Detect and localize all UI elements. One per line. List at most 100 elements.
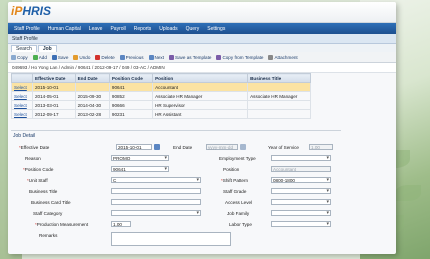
cell-effective-date: 2015-10-01 (32, 82, 76, 92)
reason-label: Reason (25, 156, 41, 161)
select-link[interactable]: Select (14, 85, 27, 90)
production-measurement-label: *Production Measurement (35, 222, 88, 227)
remarks-textarea[interactable] (111, 232, 231, 246)
next-button[interactable]: Next (148, 54, 164, 60)
menu-item-payroll[interactable]: Payroll (110, 26, 125, 32)
column-header-business-title[interactable]: Business Title (247, 73, 311, 83)
menu-item-staff-profile[interactable]: Staff Profile (14, 26, 40, 32)
staff-grade-label: Staff Grade (223, 189, 247, 194)
save-label: Save (57, 54, 69, 60)
add-label: Add (38, 54, 47, 60)
cell-end-date: 2013-02-28 (74, 109, 110, 119)
table-row[interactable]: Select 2015-10-01 90641 Accountant (11, 82, 311, 92)
cell-position-code: 90231 (108, 109, 154, 119)
main-menu: Staff Profile Human Capital Leave Payrol… (8, 23, 396, 34)
save-as-template-label: Save as Template (175, 54, 212, 60)
save-as-template-button[interactable]: Save as Template (169, 54, 212, 60)
attachment-label: Attachment (274, 54, 298, 60)
table-header-row: Effective Date End Date Position Code Po… (11, 73, 311, 83)
production-measurement-field[interactable]: 1.00 (111, 221, 131, 227)
copy-label: Copy (17, 54, 28, 60)
access-level-select[interactable] (271, 199, 331, 205)
end-date-field[interactable]: yyyy-mm-dd (206, 144, 238, 150)
job-history-table: Effective Date End Date Position Code Po… (11, 73, 311, 119)
production-measurement-label-text: Production Measurement (36, 222, 89, 227)
menu-item-query[interactable]: Query (186, 26, 200, 32)
cell-business-title: Associate HR Manager (247, 91, 311, 101)
cell-position-code: 90641 (108, 82, 154, 92)
attachment-button[interactable]: Attachment (268, 54, 298, 60)
app-header: iPHRIS (8, 2, 396, 23)
menu-item-human-capital[interactable]: Human Capital (48, 26, 81, 32)
cell-effective-date: 2014-05-01 (32, 91, 76, 101)
menu-item-uploads[interactable]: Uploads (159, 26, 177, 32)
position-label: Position (223, 167, 240, 172)
staff-category-select[interactable] (111, 210, 201, 216)
tab-job[interactable]: Job (37, 45, 57, 52)
add-icon (32, 54, 38, 60)
add-button[interactable]: Add (32, 54, 47, 60)
cell-position-code: 90666 (108, 100, 154, 110)
cell-position: Associate HR Manager (152, 91, 249, 101)
table-row[interactable]: Select 2014-05-01 2015-09-30 90852 Assoc… (11, 91, 311, 101)
select-link[interactable]: Select (14, 103, 27, 108)
next-label: Next (154, 54, 164, 60)
shift-pattern-select[interactable]: 0800-1800 (271, 177, 331, 183)
calendar-icon[interactable] (240, 144, 246, 150)
labor-type-select[interactable] (271, 221, 331, 227)
column-header-select (11, 73, 33, 83)
column-header-position-code[interactable]: Position Code (108, 73, 154, 83)
unit-staff-select[interactable]: C (111, 177, 201, 183)
column-header-position[interactable]: Position (152, 73, 249, 83)
calendar-icon[interactable] (154, 144, 160, 150)
logo-name: HRIS (22, 4, 52, 18)
year-of-service-label: Year of Service (268, 145, 299, 150)
position-field: Accountant (271, 166, 331, 172)
copy-button[interactable]: Copy (11, 54, 28, 60)
page-title-bar: Staff Profile (8, 34, 396, 44)
sub-tabs: Search Job (8, 44, 396, 52)
job-family-select[interactable] (271, 210, 331, 216)
undo-button[interactable]: Undo (73, 54, 91, 60)
cell-effective-date: 2013-03-01 (32, 100, 76, 110)
business-title-field[interactable] (111, 188, 201, 194)
app-logo: iPHRIS (11, 4, 51, 18)
cell-end-date (74, 82, 110, 92)
cell-business-title (247, 109, 311, 119)
staff-grade-select[interactable] (271, 188, 331, 194)
column-header-effective-date[interactable]: Effective Date (32, 73, 76, 83)
cell-position: Accountant (152, 82, 249, 92)
effective-date-label-text: Effective Date (20, 145, 50, 150)
select-link[interactable]: Select (14, 112, 27, 117)
position-code-label-text: Position Code (24, 167, 54, 172)
job-detail-title: Job Detail (13, 133, 36, 139)
menu-item-settings[interactable]: Settings (207, 26, 225, 32)
table-row[interactable]: Select 2013-03-01 2014-04-30 90666 HR Su… (11, 100, 311, 110)
delete-icon (95, 54, 101, 60)
undo-label: Undo (79, 54, 91, 60)
position-code-select[interactable]: 90641 (111, 166, 169, 172)
template-copy-icon (216, 54, 222, 60)
copy-from-template-button[interactable]: Copy from Template (216, 54, 263, 60)
employment-type-select[interactable] (271, 155, 331, 161)
menu-item-leave[interactable]: Leave (89, 26, 103, 32)
select-link[interactable]: Select (14, 94, 27, 99)
save-button[interactable]: Save (51, 54, 69, 60)
end-date-label: End Date (173, 145, 193, 150)
business-card-title-field[interactable] (111, 199, 201, 205)
delete-label: Delete (101, 54, 115, 60)
cell-business-title (247, 100, 311, 110)
reason-select[interactable]: PROMO (111, 155, 169, 161)
menu-item-reports[interactable]: Reports (134, 26, 152, 32)
table-row[interactable]: Select 2012-09-17 2013-02-28 90231 HR As… (11, 109, 311, 119)
tab-search[interactable]: Search (11, 45, 37, 52)
job-family-label: Job Family (227, 211, 250, 216)
previous-button[interactable]: Previous (119, 54, 144, 60)
position-code-label: *Position Code (23, 167, 53, 172)
column-header-end-date[interactable]: End Date (74, 73, 110, 83)
effective-date-field[interactable]: 2015-10-01 (116, 144, 152, 150)
delete-button[interactable]: Delete (95, 54, 115, 60)
next-icon (148, 54, 154, 60)
paperclip-icon (268, 54, 274, 60)
hris-window: iPHRIS Staff Profile Human Capital Leave… (8, 2, 396, 254)
